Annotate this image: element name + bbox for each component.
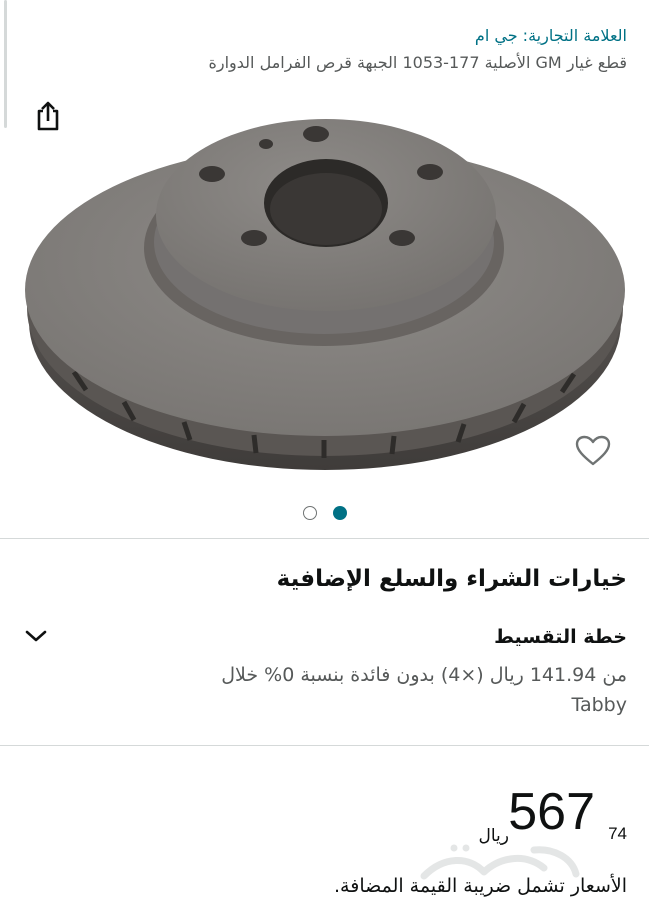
- expand-installment-button[interactable]: [22, 622, 50, 650]
- vat-note: الأسعار تشمل ضريبة القيمة المضافة.: [334, 875, 627, 897]
- installment-provider: Tabby: [571, 694, 627, 716]
- heart-icon: [575, 435, 611, 466]
- installment-plan-terms: من 141.94 ريال (×4) بدون فائدة بنسبة 0% …: [221, 664, 627, 686]
- installment-plan-title: خطة التقسيط: [494, 626, 627, 648]
- price-fraction: 74: [608, 824, 627, 843]
- installment-plan-description: من 141.94 ريال (×4) بدون فائدة بنسبة 0% …: [157, 660, 627, 720]
- chevron-down-icon: [25, 630, 47, 642]
- carousel-dot-2[interactable]: [332, 506, 347, 520]
- section-divider: [0, 538, 649, 539]
- wishlist-button[interactable]: [572, 430, 614, 472]
- brand-link[interactable]: العلامة التجارية: جي ام: [120, 22, 627, 50]
- scroll-indicator: [4, 0, 7, 128]
- purchase-options-title: خيارات الشراء والسلع الإضافية: [276, 566, 627, 592]
- installment-plan-row[interactable]: خطة التقسيط من 141.94 ريال (×4) بدون فائ…: [0, 618, 649, 728]
- section-divider: [0, 745, 649, 746]
- carousel-dots: [0, 506, 649, 520]
- product-title: قطع غيار GM الأصلية 177-1053 الجبهة قرص …: [208, 53, 627, 72]
- price-whole: 567: [508, 783, 595, 841]
- carousel-dot-1[interactable]: [302, 506, 317, 520]
- product-header: العلامة التجارية: جي ام قطع غيار GM الأص…: [120, 22, 627, 76]
- product-image[interactable]: [14, 110, 636, 480]
